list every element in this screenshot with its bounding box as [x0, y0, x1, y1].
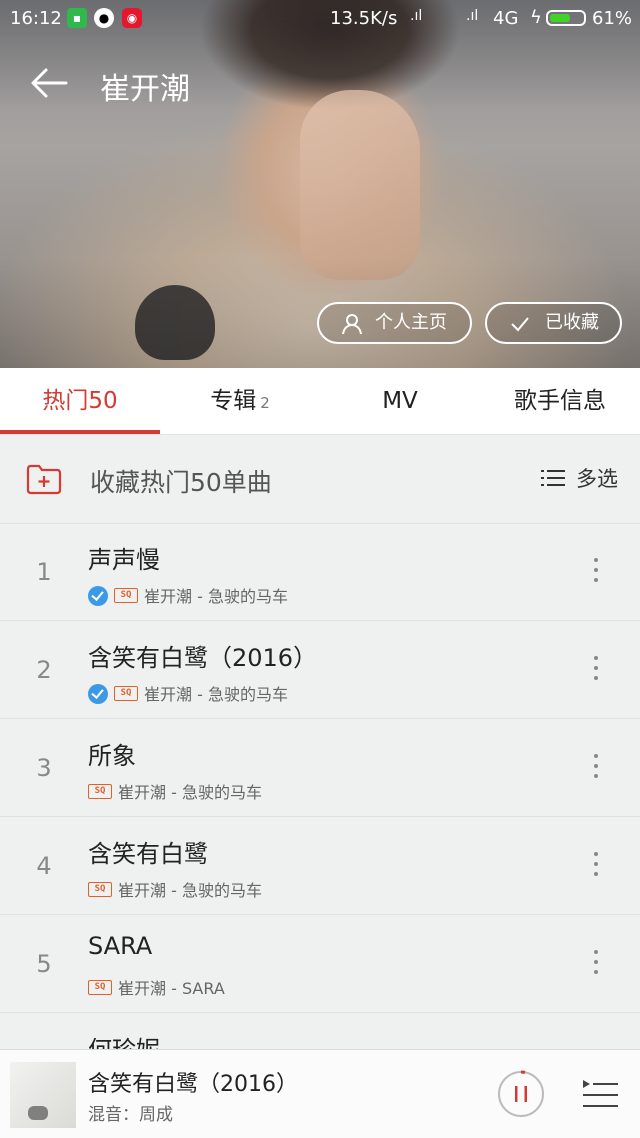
charging-icon: ϟ [530, 7, 542, 28]
album-cover[interactable] [10, 1062, 76, 1128]
player-song-subtitle: 混音：周成 [88, 1105, 173, 1125]
song-title: 所象 [88, 742, 136, 770]
song-meta: SQ 崔开潮 - 急驶的马车 [88, 779, 262, 803]
add-folder-icon [26, 464, 62, 495]
song-index: 5 [36, 950, 52, 978]
list-icon [541, 470, 565, 486]
song-artist-album: 崔开潮 - 急驶的马车 [144, 685, 288, 704]
song-meta: SQ 崔开潮 - 急驶的马车 [88, 681, 288, 705]
personal-homepage-button[interactable]: 个人主页 [317, 302, 472, 344]
tab-mv[interactable]: MV [320, 368, 480, 434]
more-options-icon[interactable] [586, 950, 606, 980]
tab-indicator [0, 430, 160, 434]
song-artist-album: 崔开潮 - 急驶的马车 [118, 881, 262, 900]
song-title: 含笑有白鹭 [88, 840, 208, 868]
song-index: 3 [36, 754, 52, 782]
player-song-title: 含笑有白鹭（2016） [88, 1072, 298, 1097]
more-options-icon[interactable] [586, 754, 606, 784]
more-options-icon[interactable] [586, 558, 606, 588]
song-title: 含笑有白鹭（2016） [88, 644, 318, 672]
sq-quality-badge-icon: SQ [114, 686, 138, 701]
mini-player[interactable]: 含笑有白鹭（2016） 混音：周成 [0, 1049, 640, 1138]
song-row[interactable]: 1 声声慢 SQ 崔开潮 - 急驶的马车 [0, 523, 640, 621]
more-options-icon[interactable] [586, 656, 606, 686]
song-row[interactable]: 2 含笑有白鹭（2016） SQ 崔开潮 - 急驶的马车 [0, 621, 640, 719]
page-title: 崔开潮 [100, 72, 190, 107]
network-type: 4G [493, 8, 519, 29]
sq-quality-badge-icon: SQ [88, 784, 112, 799]
more-options-icon[interactable] [586, 852, 606, 882]
tab-albums-count: 2 [260, 394, 270, 412]
collect-hot50-row[interactable]: 收藏热门50单曲 多选 [0, 435, 640, 524]
qq-notification-icon: ● [94, 8, 114, 28]
tab-artist-info[interactable]: 歌手信息 [480, 368, 640, 434]
network-speed: 13.5K/s [330, 8, 398, 29]
song-title: SARA [88, 932, 153, 960]
downloaded-check-icon [88, 683, 108, 704]
battery-icon [546, 10, 586, 26]
personal-homepage-label: 个人主页 [375, 312, 447, 333]
sq-quality-badge-icon: SQ [88, 980, 112, 995]
song-index: 1 [36, 558, 52, 586]
weibo-notification-icon: ◉ [122, 8, 142, 28]
sq-quality-badge-icon: SQ [114, 588, 138, 603]
song-meta: SQ 崔开潮 - 急驶的马车 [88, 583, 288, 607]
tab-artist-info-label: 歌手信息 [514, 388, 606, 414]
song-meta: SQ 崔开潮 - 急驶的马车 [88, 877, 262, 901]
song-index: 2 [36, 656, 52, 684]
signal-icon-1: .ıl [410, 8, 423, 24]
tab-hot50-label: 热门50 [42, 388, 118, 414]
android-notification-icon: ▪ [67, 8, 87, 28]
tab-albums-label: 专辑 [210, 388, 257, 414]
song-index: 4 [36, 852, 52, 880]
sq-quality-badge-icon: SQ [88, 882, 112, 897]
battery-percent: 61% [592, 8, 633, 29]
status-time: 16:12 [10, 8, 62, 29]
favorited-label: 已收藏 [545, 312, 599, 333]
signal-icon-2: .ıl [466, 8, 479, 24]
song-artist-album: 崔开潮 - 急驶的马车 [144, 587, 288, 606]
tab-albums[interactable]: 专辑 2 [160, 368, 320, 434]
status-bar: 16:12 ▪ ● ◉ 13.5K/s .ıl .ıl 4G ϟ 61% [0, 0, 640, 38]
check-icon [511, 317, 529, 332]
song-artist-album: 崔开潮 - SARA [118, 979, 225, 998]
song-row[interactable]: 4 含笑有白鹭 SQ 崔开潮 - 急驶的马车 [0, 817, 640, 915]
back-arrow-icon [31, 68, 68, 98]
song-artist-album: 崔开潮 - 急驶的马车 [118, 783, 262, 802]
favorited-button[interactable]: 已收藏 [485, 302, 622, 344]
song-row[interactable]: 5 SARA SQ 崔开潮 - SARA [0, 915, 640, 1013]
playlist-queue-button[interactable] [580, 1076, 620, 1112]
back-button[interactable] [28, 62, 70, 104]
downloaded-check-icon [88, 585, 108, 606]
song-meta: SQ 崔开潮 - SARA [88, 975, 225, 999]
tab-hot50[interactable]: 热门50 [0, 368, 160, 434]
tab-mv-label: MV [382, 388, 418, 414]
user-icon [342, 314, 362, 335]
tab-bar: 热门50 专辑 2 MV 歌手信息 [0, 368, 640, 435]
multi-select-label: 多选 [576, 467, 618, 491]
song-title: 声声慢 [88, 546, 160, 574]
pause-button[interactable] [496, 1069, 546, 1119]
song-row[interactable]: 3 所象 SQ 崔开潮 - 急驶的马车 [0, 719, 640, 817]
collect-hot50-label: 收藏热门50单曲 [90, 468, 272, 497]
